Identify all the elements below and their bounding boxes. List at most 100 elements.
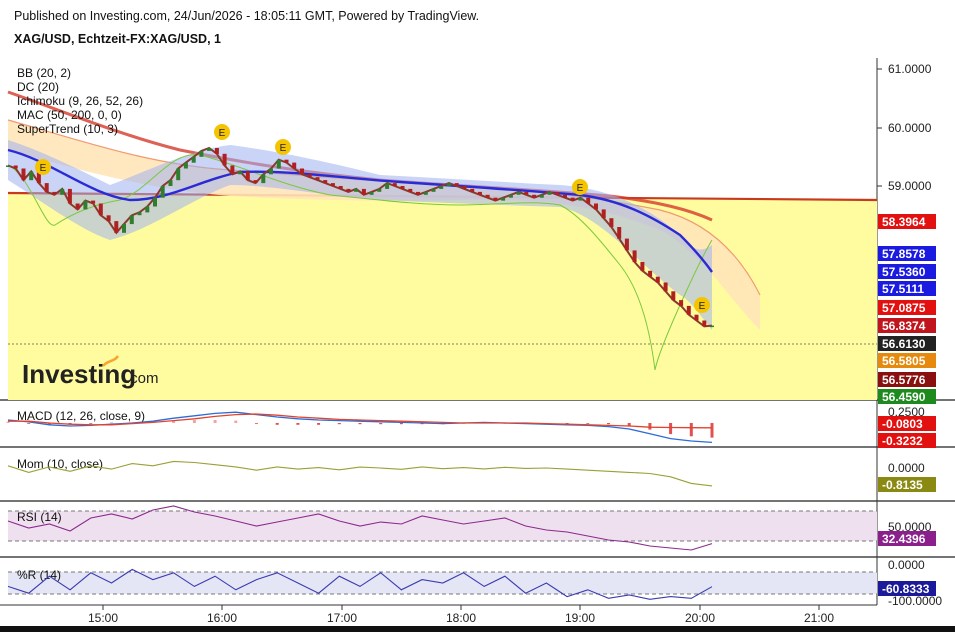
- trading-chart[interactable]: E E E E E BB (20, 2) DC (20) Ichimoku (9…: [0, 0, 955, 632]
- price-candle[interactable]: [323, 180, 328, 183]
- price-candle[interactable]: [423, 191, 428, 195]
- price-candle[interactable]: [501, 197, 506, 201]
- price-candle[interactable]: [671, 291, 676, 301]
- price-candle[interactable]: [586, 197, 591, 204]
- price-candle[interactable]: [532, 194, 537, 198]
- price-candle[interactable]: [354, 188, 359, 192]
- price-candle[interactable]: [6, 165, 10, 168]
- price-candle[interactable]: [624, 238, 629, 251]
- time-axis[interactable]: 15:00 16:00 17:00 18:00 19:00 20:00 21:0…: [88, 605, 834, 625]
- price-candle[interactable]: [199, 150, 204, 157]
- price-candle[interactable]: [377, 188, 382, 192]
- price-candle[interactable]: [632, 250, 637, 263]
- price-candle[interactable]: [454, 183, 459, 186]
- price-candle[interactable]: [508, 194, 513, 198]
- price-candle[interactable]: [408, 188, 413, 192]
- legend-ichimoku[interactable]: Ichimoku (9, 26, 52, 26): [17, 94, 143, 108]
- price-candle[interactable]: [462, 186, 467, 189]
- price-candle[interactable]: [129, 215, 134, 225]
- price-candle[interactable]: [245, 171, 250, 181]
- legend-supertrend[interactable]: SuperTrend (10, 3): [17, 122, 118, 136]
- price-candle[interactable]: [547, 191, 552, 195]
- price-candle[interactable]: [330, 183, 335, 186]
- price-candle[interactable]: [21, 168, 26, 181]
- price-candle[interactable]: [207, 148, 212, 151]
- price-candle[interactable]: [284, 159, 289, 163]
- price-candle[interactable]: [648, 270, 653, 277]
- price-candle[interactable]: [253, 180, 258, 183]
- mom-series-line[interactable]: [7, 460, 713, 487]
- price-candle[interactable]: [493, 197, 498, 201]
- price-candle[interactable]: [52, 191, 57, 195]
- price-candle[interactable]: [338, 186, 343, 189]
- price-candle[interactable]: [269, 168, 273, 175]
- price-candle[interactable]: [679, 300, 684, 306]
- price-candle[interactable]: [300, 168, 304, 175]
- macd-title[interactable]: MACD (12, 26, close, 9): [17, 409, 145, 423]
- price-candle[interactable]: [261, 174, 266, 184]
- price-candle[interactable]: [594, 203, 598, 210]
- price-candle[interactable]: [160, 186, 165, 198]
- legend-dc[interactable]: DC (20): [17, 80, 59, 94]
- price-candle[interactable]: [106, 215, 111, 222]
- price-candle[interactable]: [176, 168, 181, 181]
- price-candle[interactable]: [655, 276, 660, 283]
- price-candle[interactable]: [369, 191, 374, 195]
- price-candle[interactable]: [214, 148, 219, 154]
- price-candle[interactable]: [145, 206, 150, 213]
- price-candle[interactable]: [307, 174, 312, 178]
- price-candle[interactable]: [315, 177, 320, 181]
- price-candle[interactable]: [524, 191, 529, 195]
- price-candle[interactable]: [13, 165, 18, 169]
- price-candle[interactable]: [122, 224, 126, 233]
- price-candle[interactable]: [292, 162, 297, 169]
- legend-mac[interactable]: MAC (50, 200, 0, 0): [17, 108, 122, 122]
- price-candle[interactable]: [238, 171, 243, 175]
- price-candle[interactable]: [168, 180, 173, 186]
- price-candle[interactable]: [83, 200, 88, 210]
- price-candle[interactable]: [44, 183, 49, 192]
- price-candle[interactable]: [222, 153, 227, 166]
- price-candle[interactable]: [601, 209, 606, 219]
- price-candle[interactable]: [702, 320, 707, 327]
- price-candle[interactable]: [114, 221, 119, 233]
- price-candle[interactable]: [447, 183, 451, 186]
- rsi-title[interactable]: RSI (14): [17, 510, 62, 524]
- price-candle[interactable]: [686, 305, 691, 315]
- price-candle[interactable]: [392, 183, 397, 186]
- price-candle[interactable]: [617, 227, 622, 239]
- price-candle[interactable]: [91, 200, 96, 204]
- price-candle[interactable]: [230, 165, 235, 175]
- price-candle[interactable]: [570, 197, 575, 201]
- price-candle[interactable]: [439, 186, 444, 189]
- price-candle[interactable]: [563, 194, 567, 198]
- price-candle[interactable]: [609, 218, 614, 227]
- price-candle[interactable]: [578, 197, 583, 201]
- price-candle[interactable]: [29, 171, 34, 181]
- price-candle[interactable]: [431, 188, 436, 192]
- price-candle[interactable]: [60, 188, 65, 195]
- price-candle[interactable]: [75, 203, 80, 210]
- price-candle[interactable]: [276, 159, 281, 169]
- price-candle[interactable]: [477, 191, 482, 195]
- legend-bb[interactable]: BB (20, 2): [17, 66, 71, 80]
- price-candle[interactable]: [516, 191, 521, 195]
- price-candle[interactable]: [710, 325, 714, 328]
- price-candle[interactable]: [539, 194, 544, 198]
- price-candle[interactable]: [191, 156, 196, 163]
- price-candle[interactable]: [555, 191, 560, 195]
- price-candle[interactable]: [694, 314, 699, 321]
- price-candle[interactable]: [485, 194, 490, 198]
- price-candle[interactable]: [385, 183, 390, 189]
- price-candle[interactable]: [183, 162, 188, 169]
- price-candle[interactable]: [361, 188, 366, 195]
- price-candle[interactable]: [416, 191, 420, 195]
- price-candle[interactable]: [640, 262, 645, 271]
- price-candle[interactable]: [137, 212, 142, 216]
- price-candle[interactable]: [346, 188, 351, 192]
- price-candle[interactable]: [98, 203, 103, 216]
- price-candle[interactable]: [400, 186, 405, 189]
- price-candle[interactable]: [470, 188, 475, 192]
- price-candle[interactable]: [663, 282, 668, 292]
- price-candle[interactable]: [153, 197, 157, 207]
